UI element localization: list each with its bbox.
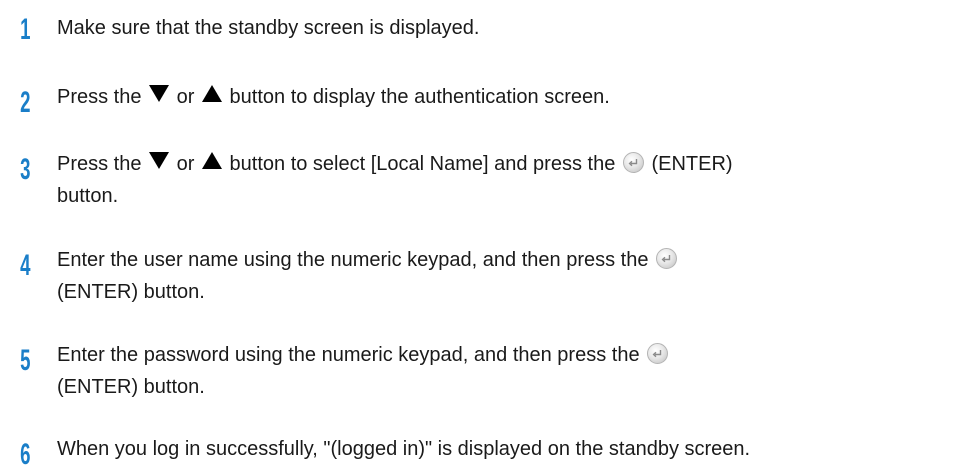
procedure-steps: 1 Make sure that the standby screen is d… bbox=[0, 0, 977, 470]
down-triangle-icon bbox=[149, 85, 170, 102]
step-number: 1 bbox=[20, 13, 31, 46]
step-number: 5 bbox=[20, 344, 31, 377]
step-text: Press the or button to select [Local Nam… bbox=[57, 148, 973, 212]
step-text-part: Press the bbox=[57, 153, 142, 175]
step-number: 3 bbox=[20, 153, 31, 186]
enter-button-icon bbox=[656, 248, 678, 269]
step-number: 2 bbox=[20, 86, 31, 119]
enter-button-icon bbox=[622, 152, 644, 173]
step-text-part: Enter the password using the numeric key… bbox=[57, 344, 640, 366]
step-text-part: Enter the user name using the numeric ke… bbox=[57, 249, 649, 271]
step-text-part: Make sure that the standby screen is dis… bbox=[57, 17, 480, 39]
step-text: Make sure that the standby screen is dis… bbox=[57, 12, 973, 44]
step-text: When you log in successfully, "(logged i… bbox=[57, 433, 973, 465]
step-text-part: (ENTER) bbox=[651, 153, 733, 175]
down-triangle-icon bbox=[149, 152, 170, 169]
step-number: 4 bbox=[20, 249, 31, 282]
step-text-part: (ENTER) button. bbox=[57, 281, 205, 303]
step-text-part: button to display the authentication scr… bbox=[229, 86, 610, 108]
up-triangle-icon bbox=[201, 152, 222, 169]
step-text-part: button. bbox=[57, 185, 119, 207]
step-text-part: or bbox=[176, 86, 195, 108]
up-triangle-icon bbox=[201, 85, 222, 102]
step-number: 6 bbox=[20, 438, 31, 471]
step-text-part: or bbox=[176, 153, 195, 175]
step-text-part: Press the bbox=[57, 86, 142, 108]
step-text: Enter the password using the numeric key… bbox=[57, 339, 973, 403]
step-text: Enter the user name using the numeric ke… bbox=[57, 244, 973, 308]
step-text-part: When you log in successfully, "(logged i… bbox=[57, 438, 751, 460]
step-text-part: button to select [Local Name] and press … bbox=[229, 153, 616, 175]
step-text-part: (ENTER) button. bbox=[57, 376, 205, 398]
step-text: Press the or button to display the authe… bbox=[57, 81, 973, 113]
enter-button-icon bbox=[647, 343, 669, 364]
